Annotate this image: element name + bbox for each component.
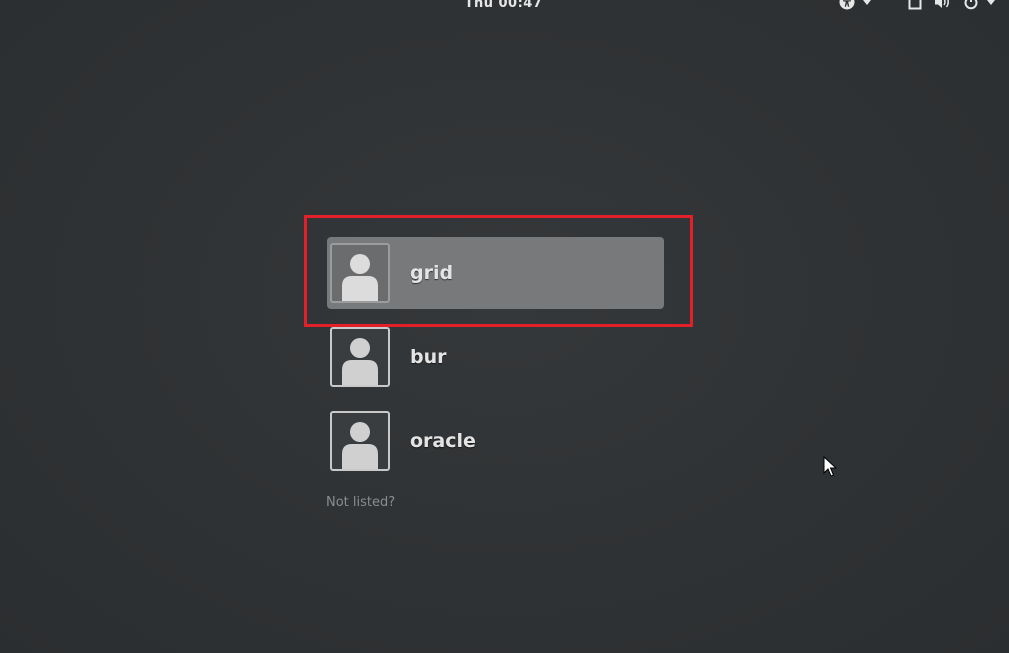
user-name: bur: [410, 346, 447, 368]
user-item-grid[interactable]: grid: [327, 237, 664, 309]
chevron-down-icon: [987, 0, 995, 5]
user-name: grid: [410, 262, 454, 284]
accessibility-icon: [839, 0, 855, 10]
window-indicator[interactable]: [908, 0, 922, 10]
avatar: [330, 243, 390, 303]
user-item-oracle[interactable]: oracle: [327, 405, 664, 477]
avatar: [330, 327, 390, 387]
window-icon: [908, 0, 922, 10]
user-silhouette-icon: [342, 254, 378, 301]
mouse-cursor-icon: [823, 455, 838, 482]
power-icon: [963, 0, 979, 10]
not-listed-link[interactable]: Not listed?: [326, 495, 395, 510]
user-silhouette-icon: [342, 422, 378, 469]
volume-icon: [934, 0, 952, 10]
user-name: oracle: [410, 430, 476, 452]
chevron-down-icon: [863, 0, 871, 5]
avatar: [330, 411, 390, 471]
user-silhouette-icon: [342, 338, 378, 385]
accessibility-menu[interactable]: [839, 0, 871, 10]
user-list: grid bur oracle: [327, 237, 664, 489]
power-menu[interactable]: [963, 0, 995, 10]
user-item-bur[interactable]: bur: [327, 321, 664, 393]
login-screen: Thu 00:47 grid bur oracle Not listed?: [0, 0, 1009, 653]
volume-indicator[interactable]: [934, 0, 952, 10]
